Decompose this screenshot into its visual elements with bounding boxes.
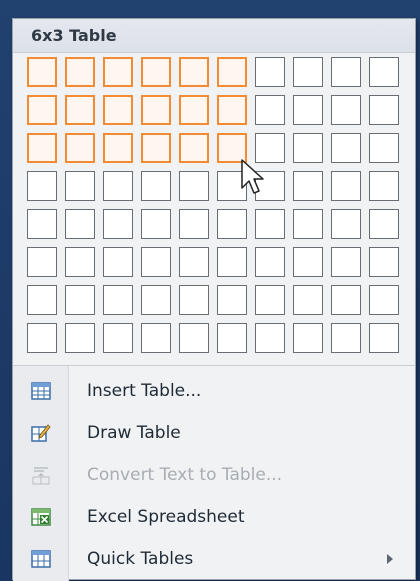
grid-cell[interactable] <box>331 171 361 201</box>
grid-cell[interactable] <box>103 171 133 201</box>
grid-cell[interactable] <box>217 247 247 277</box>
grid-cell-selected[interactable] <box>179 57 209 87</box>
grid-cell[interactable] <box>255 323 285 353</box>
grid-cell[interactable] <box>27 285 57 315</box>
grid-cell[interactable] <box>331 57 361 87</box>
grid-cell[interactable] <box>179 209 209 239</box>
grid-cell[interactable] <box>293 95 323 125</box>
insert-table-dropdown: 6x3 Table Insert Table... Draw Table Con… <box>12 18 416 581</box>
grid-cell[interactable] <box>217 323 247 353</box>
grid-cell[interactable] <box>331 323 361 353</box>
grid-cell[interactable] <box>103 247 133 277</box>
mouse-cursor-icon <box>241 159 264 194</box>
grid-cell[interactable] <box>369 133 399 163</box>
submenu-arrow-icon <box>387 554 393 564</box>
grid-cell[interactable] <box>65 285 95 315</box>
grid-cell[interactable] <box>331 209 361 239</box>
table-size-label: 6x3 Table <box>31 26 117 45</box>
grid-cell[interactable] <box>331 133 361 163</box>
grid-cell[interactable] <box>141 285 171 315</box>
grid-cell-selected[interactable] <box>141 133 171 163</box>
grid-cell[interactable] <box>27 209 57 239</box>
grid-cell-selected[interactable] <box>27 95 57 125</box>
convert-text-to-table-icon <box>31 465 51 485</box>
grid-cell[interactable] <box>141 247 171 277</box>
menu-item-label: Draw Table <box>87 423 181 443</box>
grid-cell[interactable] <box>65 209 95 239</box>
grid-cell[interactable] <box>179 285 209 315</box>
grid-cell[interactable] <box>27 323 57 353</box>
grid-cell[interactable] <box>179 247 209 277</box>
grid-cell[interactable] <box>217 285 247 315</box>
table-size-header: 6x3 Table <box>13 19 415 53</box>
menu-item-insert-table[interactable]: Insert Table... <box>13 371 415 411</box>
grid-cell-selected[interactable] <box>65 133 95 163</box>
grid-cell[interactable] <box>369 57 399 87</box>
grid-cell-selected[interactable] <box>103 95 133 125</box>
menu-item-label: Quick Tables <box>87 549 194 569</box>
grid-cell[interactable] <box>293 209 323 239</box>
grid-cell-selected[interactable] <box>217 95 247 125</box>
grid-cell[interactable] <box>369 95 399 125</box>
grid-cell[interactable] <box>27 247 57 277</box>
insert-table-icon <box>31 381 51 401</box>
grid-cell[interactable] <box>293 133 323 163</box>
grid-cell[interactable] <box>141 323 171 353</box>
grid-cell[interactable] <box>255 209 285 239</box>
grid-cell[interactable] <box>331 95 361 125</box>
grid-cell-selected[interactable] <box>27 57 57 87</box>
grid-cell-selected[interactable] <box>65 57 95 87</box>
grid-cell[interactable] <box>255 57 285 87</box>
grid-cell-selected[interactable] <box>141 95 171 125</box>
menu-separator <box>13 365 415 366</box>
grid-cell-selected[interactable] <box>217 57 247 87</box>
excel-spreadsheet-icon <box>31 507 51 527</box>
grid-cell[interactable] <box>293 285 323 315</box>
grid-cell-selected[interactable] <box>65 95 95 125</box>
grid-cell[interactable] <box>255 95 285 125</box>
grid-cell[interactable] <box>217 209 247 239</box>
grid-cell-selected[interactable] <box>103 133 133 163</box>
grid-cell-selected[interactable] <box>103 57 133 87</box>
grid-cell[interactable] <box>103 285 133 315</box>
grid-cell[interactable] <box>179 323 209 353</box>
grid-cell[interactable] <box>255 285 285 315</box>
grid-cell[interactable] <box>369 209 399 239</box>
grid-cell[interactable] <box>293 57 323 87</box>
grid-cell[interactable] <box>331 285 361 315</box>
grid-cell[interactable] <box>293 171 323 201</box>
draw-table-icon <box>31 423 51 443</box>
menu-item-label: Insert Table... <box>87 381 202 401</box>
menu-item-label: Convert Text to Table... <box>87 465 283 485</box>
grid-cell[interactable] <box>369 285 399 315</box>
grid-cell[interactable] <box>103 323 133 353</box>
menu-item-excel-spreadsheet[interactable]: Excel Spreadsheet <box>13 497 415 537</box>
grid-cell-selected[interactable] <box>179 95 209 125</box>
grid-cell[interactable] <box>65 323 95 353</box>
grid-cell[interactable] <box>141 171 171 201</box>
grid-cell[interactable] <box>369 171 399 201</box>
quick-tables-icon <box>31 549 51 569</box>
grid-cell[interactable] <box>293 323 323 353</box>
grid-cell[interactable] <box>65 247 95 277</box>
table-size-grid[interactable] <box>27 57 403 363</box>
grid-cell-selected[interactable] <box>141 57 171 87</box>
grid-cell[interactable] <box>255 247 285 277</box>
grid-cell-selected[interactable] <box>179 133 209 163</box>
menu-item-draw-table[interactable]: Draw Table <box>13 413 415 453</box>
grid-cell[interactable] <box>331 247 361 277</box>
grid-cell[interactable] <box>293 247 323 277</box>
menu-item-label: Excel Spreadsheet <box>87 507 245 527</box>
grid-cell-selected[interactable] <box>27 133 57 163</box>
grid-cell[interactable] <box>103 209 133 239</box>
grid-cell[interactable] <box>65 171 95 201</box>
grid-cell[interactable] <box>27 171 57 201</box>
grid-cell[interactable] <box>369 323 399 353</box>
grid-cell[interactable] <box>141 209 171 239</box>
grid-cell[interactable] <box>179 171 209 201</box>
grid-cell[interactable] <box>369 247 399 277</box>
menu-item-convert-text-to-table[interactable]: Convert Text to Table... <box>13 455 415 495</box>
menu-item-quick-tables[interactable]: Quick Tables <box>13 539 415 579</box>
